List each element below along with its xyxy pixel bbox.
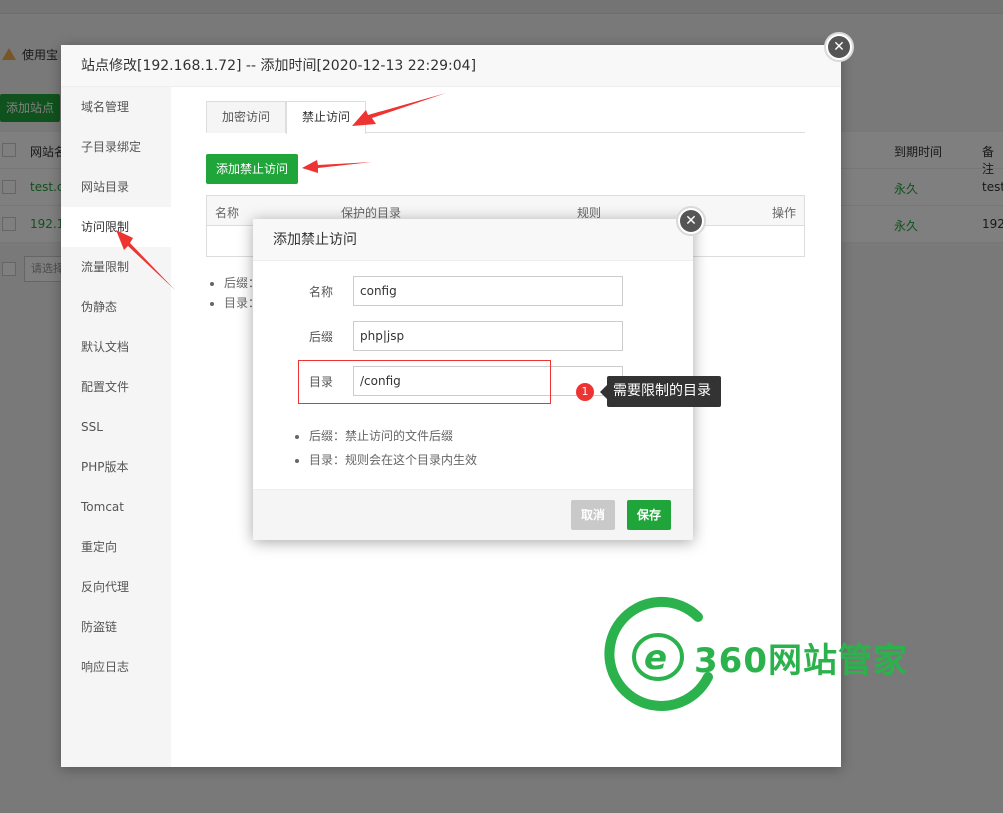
suffix-label: 后缀	[308, 330, 333, 344]
sidebar-item-tomcat[interactable]: Tomcat	[61, 487, 171, 527]
sidebar-item-subdir[interactable]: 子目录绑定	[61, 127, 171, 167]
sidebar-item-reverse-proxy[interactable]: 反向代理	[61, 567, 171, 607]
sidebar-item-hotlink[interactable]: 防盗链	[61, 607, 171, 647]
close-icon: ✕	[680, 210, 702, 232]
tab-forbidden-access[interactable]: 禁止访问	[286, 101, 367, 134]
sidebar-item-traffic-limit[interactable]: 流量限制	[61, 247, 171, 287]
form-row-suffix: 后缀	[253, 321, 693, 351]
sidebar-item-rewrite[interactable]: 伪静态	[61, 287, 171, 327]
header-action: 操作	[771, 206, 796, 220]
add-forbidden-access-button[interactable]: 添加禁止访问	[206, 154, 299, 184]
annotation-tooltip: 1 需要限制的目录	[576, 376, 721, 407]
sidebar-item-site-dir[interactable]: 网站目录	[61, 167, 171, 207]
watermark: e 360网站管家	[598, 595, 918, 720]
sub-dialog-title: 添加禁止访问	[253, 219, 693, 261]
highlight-box	[298, 360, 551, 404]
dialog-title: 站点修改[192.168.1.72] -- 添加时间[2020-12-13 22…	[61, 45, 841, 87]
note-suffix: 后缀：禁止访问的文件后缀	[309, 424, 477, 448]
suffix-input[interactable]	[353, 321, 623, 351]
tab-bar: 加密访问 禁止访问	[206, 101, 805, 134]
sidebar-item-php-version[interactable]: PHP版本	[61, 447, 171, 487]
svg-text:e: e	[644, 638, 667, 678]
sub-dialog-footer: 取消 保存	[253, 489, 693, 540]
header-name: 名称	[215, 206, 240, 220]
tooltip-text: 需要限制的目录	[607, 376, 721, 407]
sidebar-item-default-doc[interactable]: 默认文档	[61, 327, 171, 367]
dialog-close-button[interactable]: ✕	[824, 32, 854, 62]
watermark-text: 360网站管家	[694, 641, 908, 681]
cancel-button[interactable]: 取消	[571, 500, 616, 530]
form-row-name: 名称	[253, 276, 693, 306]
name-label: 名称	[308, 285, 333, 299]
sub-dialog-close-button[interactable]: ✕	[676, 206, 706, 236]
sidebar-item-access-limit[interactable]: 访问限制	[61, 207, 171, 247]
step-badge: 1	[576, 382, 594, 401]
sidebar-item-response-log[interactable]: 响应日志	[61, 647, 171, 687]
sidebar-item-domain[interactable]: 域名管理	[61, 87, 171, 127]
sub-help-notes: 后缀：禁止访问的文件后缀 目录：规则会在这个目录内生效	[309, 424, 477, 472]
tooltip-arrow	[600, 384, 607, 399]
name-input[interactable]	[353, 276, 623, 306]
note-dir: 目录：规则会在这个目录内生效	[309, 448, 477, 472]
sidebar-item-config-file[interactable]: 配置文件	[61, 367, 171, 407]
close-icon: ✕	[828, 36, 850, 58]
save-button[interactable]: 保存	[627, 500, 672, 530]
tab-encrypted-access[interactable]: 加密访问	[206, 101, 287, 133]
sidebar-item-redirect[interactable]: 重定向	[61, 527, 171, 567]
dialog-sidebar: 域名管理 子目录绑定 网站目录 访问限制 流量限制 伪静态 默认文档 配置文件 …	[61, 87, 171, 767]
sidebar-item-ssl[interactable]: SSL	[61, 407, 171, 447]
